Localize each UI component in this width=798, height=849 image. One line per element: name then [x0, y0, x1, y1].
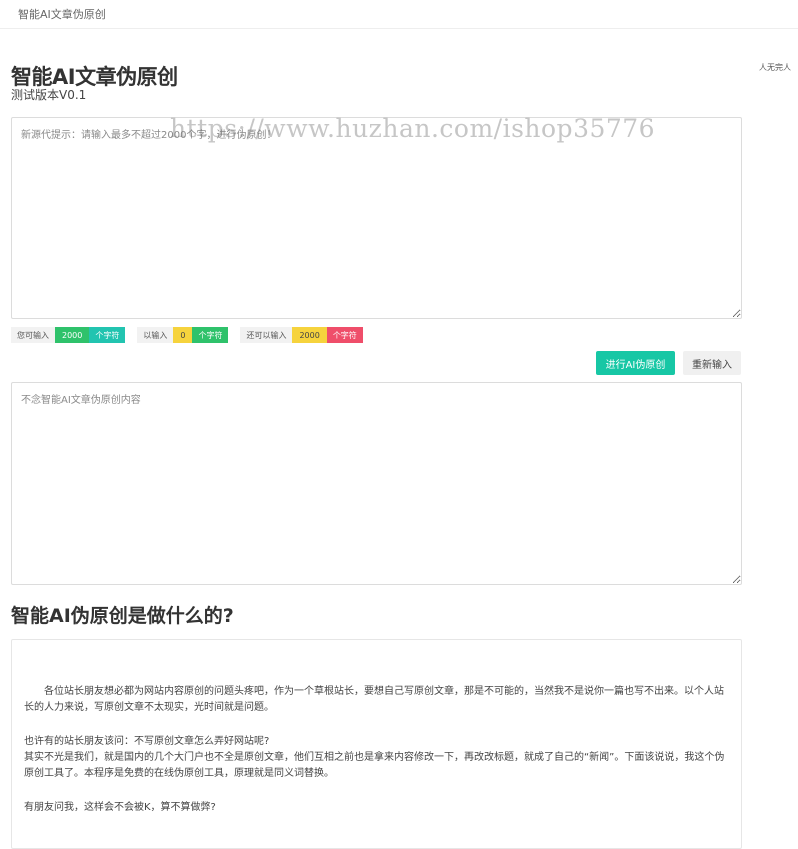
about-paragraph-2: 也许有的站长朋友该问：不写原创文章怎么弄好网站呢? 其实不光是我们，就是国内的几…: [24, 734, 729, 782]
counter-entered: 以输入 0 个字符: [137, 327, 229, 343]
about-paragraph-2-answer: 其实不光是我们，就是国内的几个大门户也不全是原创文章，他们互相之前也是拿来内容修…: [24, 752, 725, 779]
counter-entered-value: 0: [173, 327, 193, 343]
side-note: 人无完人: [759, 63, 791, 72]
counter-max-label: 您可输入: [11, 327, 55, 343]
rewrite-button[interactable]: 进行AI伪原创: [596, 351, 675, 375]
counter-remaining-value: 2000: [292, 327, 327, 343]
counter-max-value: 2000: [55, 327, 90, 343]
counter-remaining-label: 还可以输入: [240, 327, 293, 343]
character-counter: 您可输入 2000 个字符 以输入 0 个字符 还可以输入 2000 个字符: [11, 327, 375, 343]
brand-link[interactable]: 智能AI文章伪原创: [18, 6, 106, 22]
counter-max: 您可输入 2000 个字符: [11, 327, 126, 343]
about-section-title: 智能AI伪原创是做什么的?: [11, 605, 234, 627]
counter-entered-label: 以输入: [137, 327, 174, 343]
version-subtitle: 测试版本V0.1: [11, 88, 87, 102]
reset-button[interactable]: 重新输入: [683, 351, 741, 375]
about-paragraph-1: 各位站长朋友想必都为网站内容原创的问题头疼吧，作为一个草根站长，要想自己写原创文…: [24, 686, 724, 713]
counter-entered-unit: 个字符: [192, 327, 229, 343]
counter-max-unit: 个字符: [89, 327, 126, 343]
counter-remaining-unit: 个字符: [326, 327, 363, 343]
about-paragraph-3: 有朋友问我，这样会不会被K，算不算做弊?: [24, 802, 216, 813]
source-text-input[interactable]: [11, 117, 742, 319]
rewritten-output[interactable]: [11, 382, 742, 585]
top-navbar: 智能AI文章伪原创: [0, 0, 798, 29]
about-content: 各位站长朋友想必都为网站内容原创的问题头疼吧，作为一个草根站长，要想自己写原创文…: [11, 639, 742, 849]
about-paragraph-2-question: 也许有的站长朋友该问：不写原创文章怎么弄好网站呢?: [24, 736, 270, 747]
counter-remaining: 还可以输入 2000 个字符: [240, 327, 363, 343]
